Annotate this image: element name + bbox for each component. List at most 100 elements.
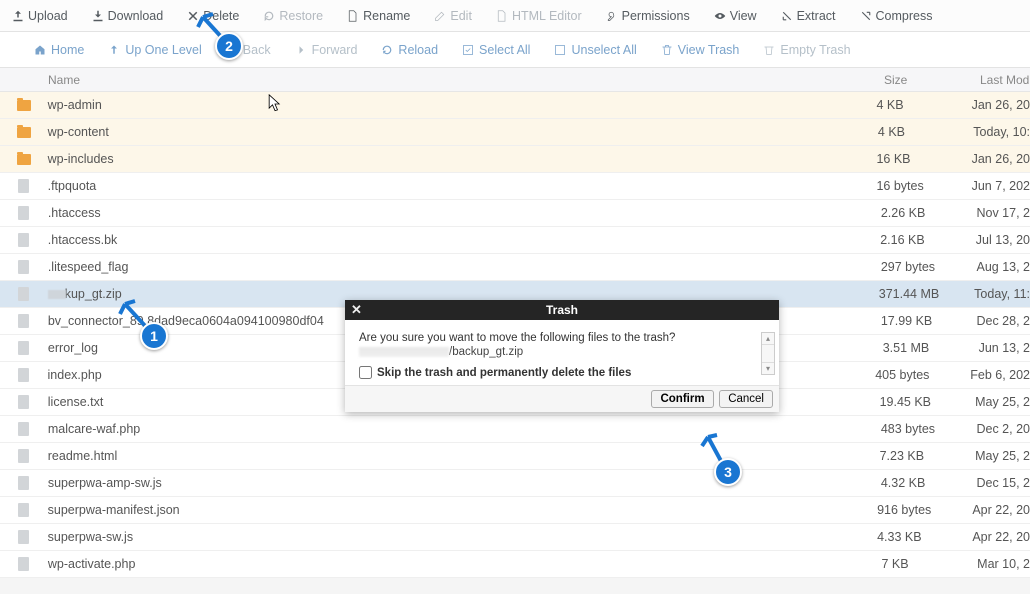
home-button[interactable]: Home — [22, 32, 96, 67]
download-button[interactable]: Download — [80, 0, 176, 31]
compress-label: Compress — [876, 9, 933, 23]
home-label: Home — [51, 43, 84, 57]
view-trash-button[interactable]: View Trash — [649, 32, 752, 67]
file-size: 3.51 MB — [883, 341, 979, 355]
skip-trash-label: Skip the trash and permanently delete th… — [377, 367, 631, 379]
file-last-modified: Dec 2, 20 — [976, 422, 1030, 436]
file-size: 4.32 KB — [881, 476, 977, 490]
file-last-modified: Jul 13, 20 — [976, 233, 1030, 247]
file-row[interactable]: superpwa-manifest.json916 bytesApr 22, 2… — [0, 497, 1030, 524]
file-name: .htaccess — [48, 206, 881, 220]
file-name: .litespeed_flag — [48, 260, 881, 274]
nav-toolbar: Home Up One Level Back Forward Reload Se… — [0, 32, 1030, 68]
edit-label: Edit — [450, 9, 472, 23]
dialog-scrollbar[interactable]: ▴▾ — [761, 332, 775, 375]
header-name[interactable]: Name — [0, 68, 884, 91]
html-editor-label: HTML Editor — [512, 9, 582, 23]
html-editor-icon — [496, 10, 508, 22]
file-last-modified: Dec 15, 2 — [976, 476, 1030, 490]
file-row[interactable]: superpwa-sw.js4.33 KBApr 22, 20 — [0, 524, 1030, 551]
forward-icon — [295, 44, 307, 56]
compress-icon — [860, 10, 872, 22]
dialog-question: Are you sure you want to move the follow… — [359, 332, 765, 344]
permissions-button[interactable]: Permissions — [594, 0, 702, 31]
file-row[interactable]: superpwa-amp-sw.js4.32 KBDec 15, 2 — [0, 470, 1030, 497]
header-size[interactable]: Size — [884, 68, 980, 91]
file-last-modified: Jun 7, 202 — [972, 179, 1030, 193]
select-all-label: Select All — [479, 43, 530, 57]
file-row[interactable]: .ftpquota16 bytesJun 7, 202 — [0, 173, 1030, 200]
close-icon[interactable]: ✕ — [351, 302, 362, 318]
file-row[interactable]: .litespeed_flag297 bytesAug 13, 2 — [0, 254, 1030, 281]
compress-button[interactable]: Compress — [848, 0, 945, 31]
scroll-up-icon[interactable]: ▴ — [762, 333, 774, 345]
unselect-all-button[interactable]: Unselect All — [542, 32, 648, 67]
extract-icon — [781, 10, 793, 22]
file-size: 405 bytes — [875, 368, 970, 382]
file-name: .htaccess.bk — [48, 233, 880, 247]
download-icon — [92, 10, 104, 22]
file-name: wp-admin — [48, 98, 877, 112]
file-last-modified: Mar 10, 2 — [977, 557, 1030, 571]
file-last-modified: Jan 26, 20 — [972, 152, 1030, 166]
confirm-button[interactable]: Confirm — [651, 390, 713, 408]
view-button[interactable]: View — [702, 0, 769, 31]
up-one-level-button[interactable]: Up One Level — [96, 32, 213, 67]
rename-icon — [347, 10, 359, 22]
reload-button[interactable]: Reload — [369, 32, 450, 67]
folder-icon — [0, 154, 48, 165]
file-row[interactable]: wp-content4 KBToday, 10: — [0, 119, 1030, 146]
scroll-down-icon[interactable]: ▾ — [762, 362, 774, 374]
file-name: superpwa-manifest.json — [48, 503, 877, 517]
file-icon — [0, 314, 48, 328]
file-row[interactable]: wp-includes16 KBJan 26, 20 — [0, 146, 1030, 173]
file-icon — [0, 422, 48, 436]
reload-icon — [381, 44, 393, 56]
restore-label: Restore — [279, 9, 323, 23]
file-name: wp-includes — [48, 152, 877, 166]
rename-button[interactable]: Rename — [335, 0, 422, 31]
file-size: 2.16 KB — [880, 233, 976, 247]
file-icon — [0, 557, 48, 571]
file-row[interactable]: wp-activate.php7 KBMar 10, 2 — [0, 551, 1030, 578]
file-row[interactable]: wp-admin4 KBJan 26, 20 — [0, 92, 1030, 119]
file-size: 483 bytes — [881, 422, 977, 436]
select-all-button[interactable]: Select All — [450, 32, 542, 67]
dialog-title-bar: ✕ Trash — [345, 300, 779, 320]
file-size: 4 KB — [876, 98, 971, 112]
skip-trash-row[interactable]: Skip the trash and permanently delete th… — [359, 366, 765, 379]
file-name: kup_gt.zip — [48, 287, 879, 301]
delete-button[interactable]: Delete — [175, 0, 251, 31]
file-row[interactable]: .htaccess.bk2.16 KBJul 13, 20 — [0, 227, 1030, 254]
file-icon — [0, 395, 48, 409]
restore-button: Restore — [251, 0, 335, 31]
dialog-file-list: /backup_gt.zip — [359, 346, 765, 358]
file-icon — [0, 449, 48, 463]
file-last-modified: Jan 26, 20 — [972, 98, 1030, 112]
folder-icon — [0, 127, 48, 138]
file-row[interactable]: readme.html7.23 KBMay 25, 2 — [0, 443, 1030, 470]
extract-button[interactable]: Extract — [769, 0, 848, 31]
cancel-button[interactable]: Cancel — [719, 390, 773, 408]
file-row[interactable]: .htaccess2.26 KBNov 17, 2 — [0, 200, 1030, 227]
column-headers: Name Size Last Mod — [0, 68, 1030, 92]
file-last-modified: Today, 11: — [974, 287, 1030, 301]
header-last-modified[interactable]: Last Mod — [980, 68, 1030, 91]
skip-trash-checkbox[interactable] — [359, 366, 372, 379]
file-row[interactable]: malcare-waf.php483 bytesDec 2, 20 — [0, 416, 1030, 443]
upload-button[interactable]: Upload — [0, 0, 80, 31]
annotation-badge-1: 1 — [140, 322, 168, 350]
file-last-modified: Aug 13, 2 — [976, 260, 1030, 274]
file-name: .ftpquota — [48, 179, 877, 193]
annotation-badge-3: 3 — [714, 458, 742, 486]
empty-trash-button: Empty Trash — [751, 32, 862, 67]
file-name: wp-activate.php — [48, 557, 882, 571]
home-icon — [34, 44, 46, 56]
extract-label: Extract — [797, 9, 836, 23]
file-last-modified: May 25, 2 — [975, 395, 1030, 409]
empty-trash-label: Empty Trash — [780, 43, 850, 57]
file-size: 371.44 MB — [879, 287, 974, 301]
select-all-icon — [462, 44, 474, 56]
file-size: 7 KB — [881, 557, 977, 571]
restore-icon — [263, 10, 275, 22]
